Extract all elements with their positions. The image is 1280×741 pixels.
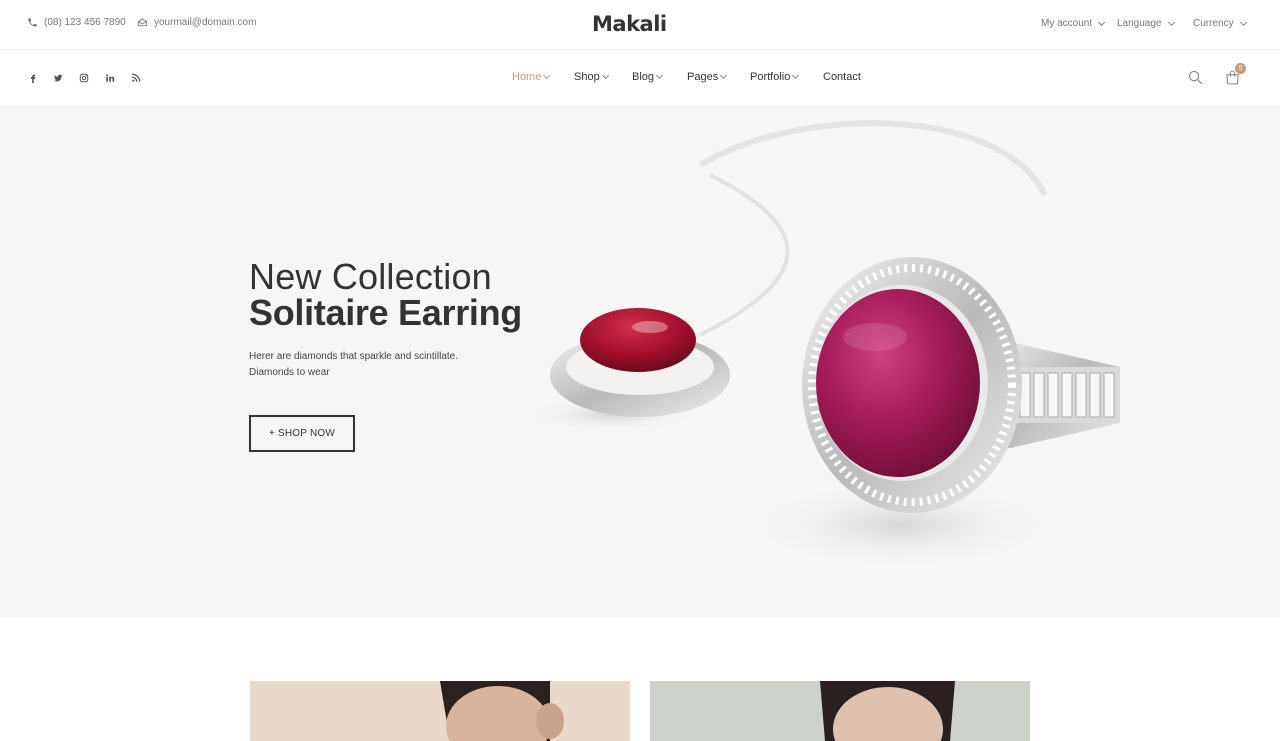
main-navigation-bar: Home Shop Blog Pages Portfolio Contact: [0, 51, 1280, 105]
category-banner[interactable]: [250, 681, 630, 741]
email-address: yourmail@domain.com: [154, 17, 257, 28]
instagram-link[interactable]: [78, 72, 90, 84]
nav-shop-label: Shop: [574, 71, 600, 83]
my-account-label: My account: [1041, 18, 1093, 29]
logo-text: Makali: [592, 12, 667, 36]
site-logo[interactable]: Makali: [592, 12, 667, 36]
nav-blog[interactable]: Blog: [632, 71, 664, 83]
model-image: [440, 681, 564, 741]
hero-title: Solitaire Earring: [249, 292, 522, 333]
twitter-icon: [54, 74, 63, 82]
linkedin-link[interactable]: [104, 72, 116, 84]
hero-description-line: Herer are diamonds that sparkle and scin…: [249, 351, 458, 362]
cart-count-badge: 0: [1235, 63, 1246, 74]
currency-menu[interactable]: Currency: [1193, 18, 1247, 29]
chevron-down-icon: [1167, 18, 1175, 26]
category-banner[interactable]: [650, 681, 1030, 741]
nav-pages-label: Pages: [687, 71, 719, 83]
nav-blog-label: Blog: [632, 71, 655, 83]
hero-description: Herer are diamonds that sparkle and scin…: [249, 349, 509, 381]
chevron-down-icon: [1098, 18, 1106, 26]
currency-label: Currency: [1193, 18, 1234, 29]
nav-home-label: Home: [512, 71, 542, 83]
facebook-link[interactable]: [27, 72, 39, 84]
chevron-down-icon: [720, 71, 728, 80]
category-banners: [0, 617, 1280, 741]
instagram-icon: [79, 73, 89, 83]
facebook-icon: [30, 74, 36, 83]
nav-shop[interactable]: Shop: [574, 71, 609, 83]
phone-contact[interactable]: (08) 123 456 7890: [27, 17, 126, 28]
rss-icon: [132, 73, 141, 82]
model-image: [820, 681, 955, 741]
phone-number: (08) 123 456 7890: [44, 17, 126, 28]
phone-icon: [28, 18, 37, 27]
nav-portfolio[interactable]: Portfolio: [750, 71, 800, 83]
hero-description-line: Diamonds to wear: [249, 367, 330, 378]
chevron-down-icon: [792, 71, 800, 80]
language-menu[interactable]: Language: [1117, 18, 1175, 29]
shop-now-button[interactable]: + SHOP NOW: [249, 415, 355, 452]
email-contact[interactable]: yourmail@domain.com: [137, 17, 256, 28]
linkedin-icon: [106, 74, 115, 82]
jewelry-image: [520, 120, 1120, 570]
nav-portfolio-label: Portfolio: [750, 71, 791, 83]
nav-home[interactable]: Home: [512, 71, 551, 83]
language-label: Language: [1117, 18, 1162, 29]
chevron-down-icon: [543, 71, 551, 80]
rss-link[interactable]: [130, 72, 142, 84]
my-account-menu[interactable]: My account: [1041, 18, 1106, 29]
nav-pages[interactable]: Pages: [687, 71, 728, 83]
chevron-down-icon: [1239, 18, 1247, 26]
chevron-down-icon: [601, 71, 609, 80]
search-icon: [1188, 70, 1203, 85]
hero-slider: New Collection Solitaire Earring Herer a…: [0, 105, 1280, 617]
twitter-link[interactable]: [52, 72, 64, 84]
mail-icon: [137, 18, 148, 27]
top-bar: (08) 123 456 7890 yourmail@domain.com Ma…: [0, 0, 1280, 50]
chevron-down-icon: [655, 71, 664, 80]
search-button[interactable]: [1187, 69, 1205, 87]
nav-contact[interactable]: Contact: [823, 71, 861, 83]
nav-contact-label: Contact: [823, 71, 861, 83]
